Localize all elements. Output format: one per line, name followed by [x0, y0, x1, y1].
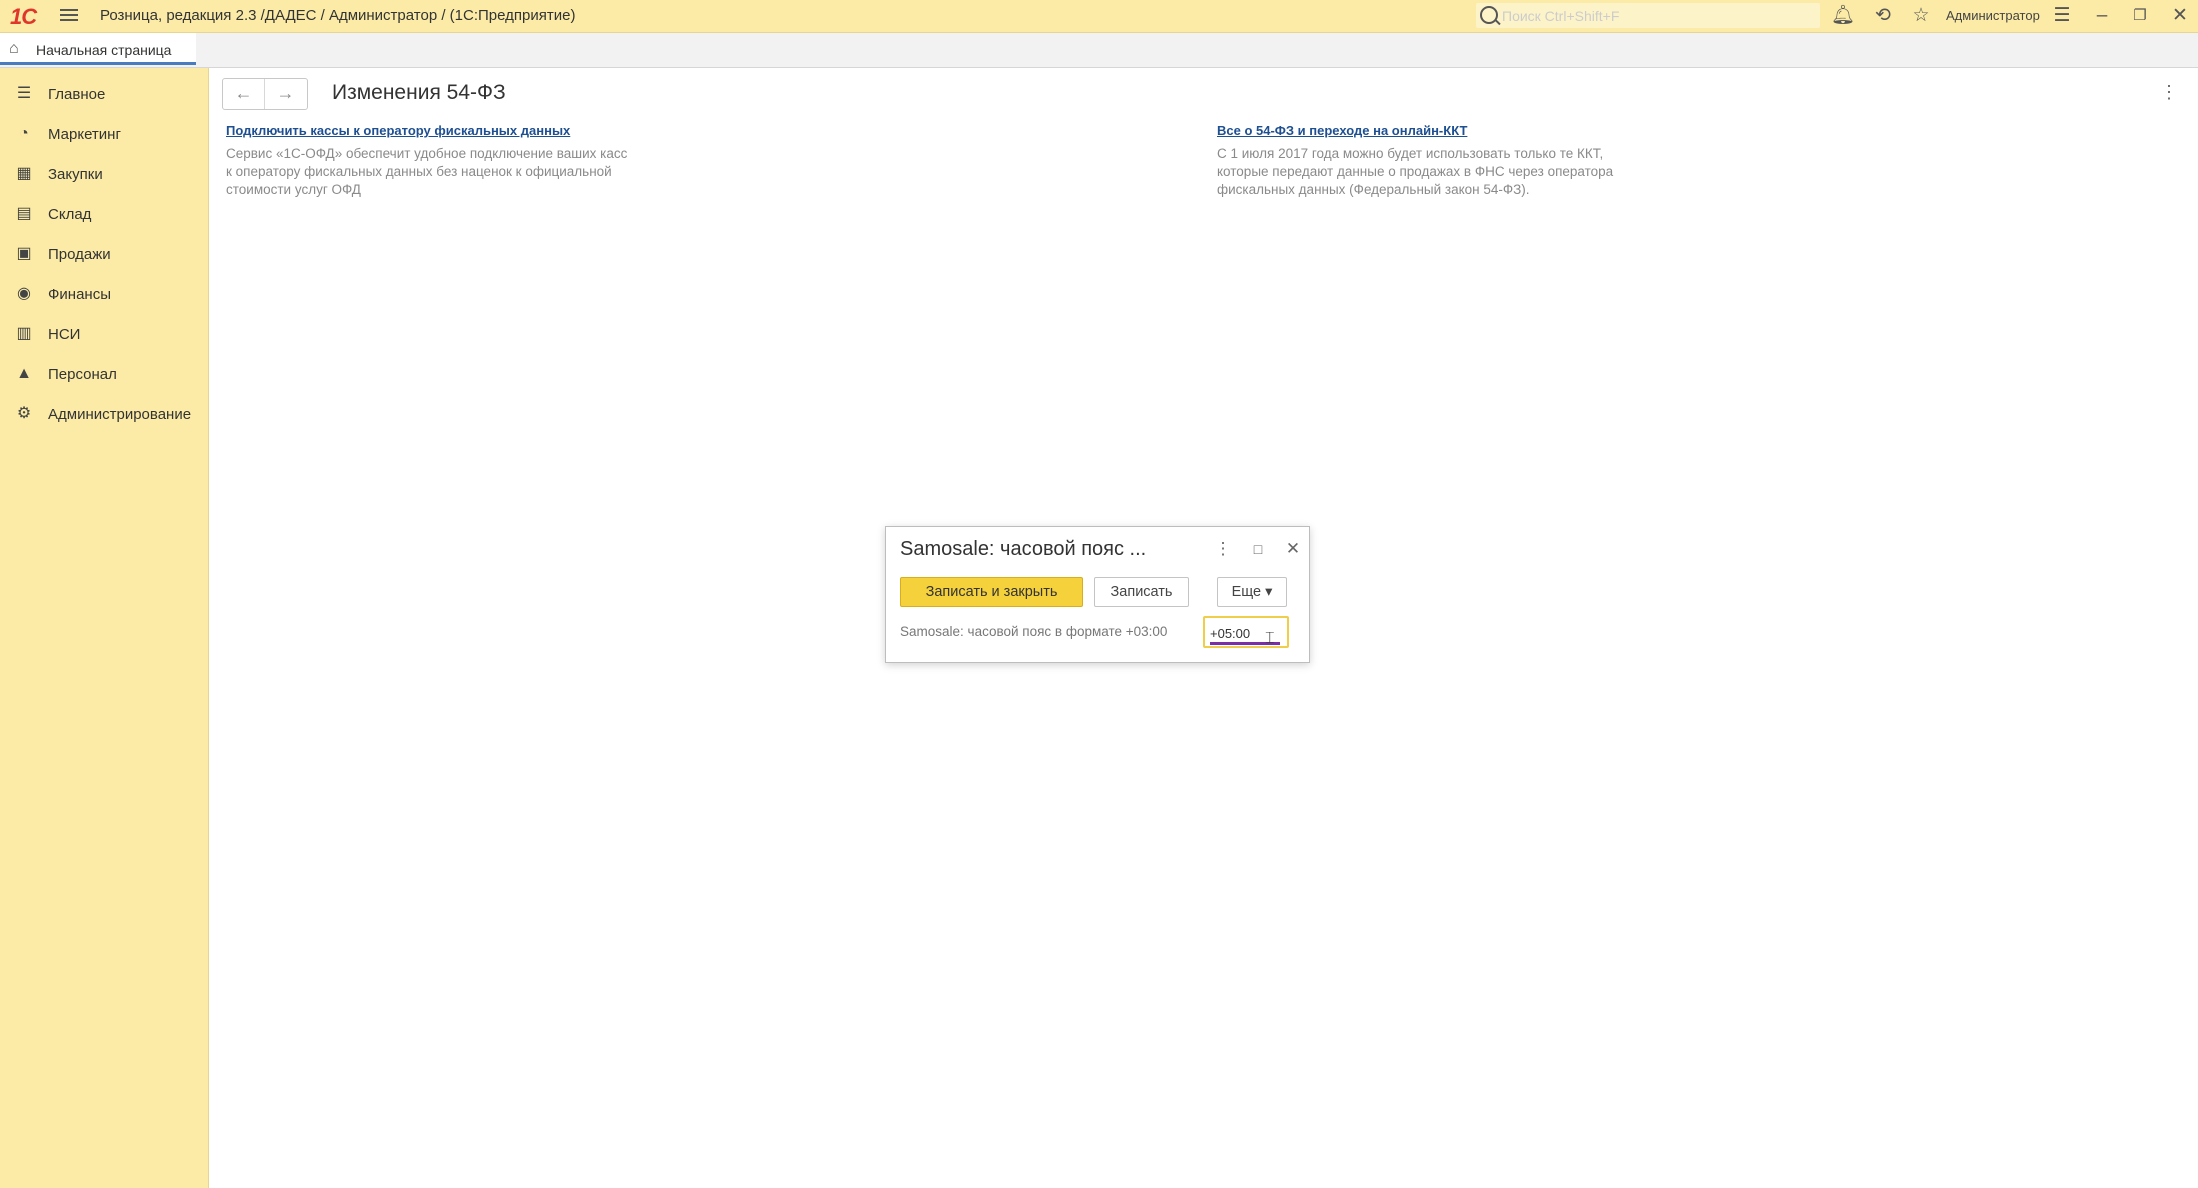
settings-menu-icon[interactable]: ☰	[2050, 4, 2074, 28]
dialog-more-icon[interactable]: ⋮	[1213, 539, 1233, 559]
search-icon	[1480, 6, 1498, 24]
connect-ofd-link[interactable]: Подключить кассы к оператору фискальных …	[226, 123, 570, 138]
history-nav: ← →	[222, 78, 308, 110]
pie-chart-icon: ◔	[19, 125, 29, 142]
about-54fz-link[interactable]: Все о 54-ФЗ и переходе на онлайн-ККТ	[1217, 123, 1467, 138]
timezone-dialog: Samosale: часовой пояс ... ⋮ □ ✕ Записат…	[885, 526, 1310, 663]
description-line: которые передают данные о продажах в ФНС…	[1217, 164, 1614, 179]
sidebar-item-label: Финансы	[48, 286, 111, 303]
person-icon: ▲	[16, 365, 32, 382]
main-menu-icon[interactable]	[60, 6, 78, 24]
star-icon[interactable]: ☆	[1909, 4, 1933, 28]
sidebar-item-label: Продажи	[48, 246, 111, 263]
title-bar: 1С Розница, редакция 2.3 /ДАДЕС / Админи…	[0, 0, 2198, 33]
gear-icon: ⚙	[16, 405, 32, 422]
sidebar-item-nsi[interactable]: ▥ НСИ	[0, 317, 208, 351]
search-input[interactable]	[1500, 5, 1814, 27]
menu-lines-icon: ☰	[16, 85, 32, 102]
bell-icon[interactable]: 🔔︎	[1831, 4, 1855, 28]
minimize-icon[interactable]: –	[2090, 4, 2114, 28]
timezone-field-label: Samosale: часовой пояс в формате +03:00	[900, 624, 1168, 639]
maximize-icon[interactable]: □	[1248, 541, 1268, 557]
cart-icon: ▦	[16, 165, 32, 182]
about-54fz-description: С 1 июля 2017 года можно будет использов…	[1217, 145, 1613, 199]
dialog-close-icon[interactable]: ✕	[1283, 539, 1303, 559]
sidebar: ☰ Главное ◔ Маркетинг ▦ Закупки ▤ Склад …	[0, 68, 209, 1188]
app-title: Розница, редакция 2.3 /ДАДЕС / Администр…	[100, 7, 576, 24]
dialog-title: Samosale: часовой пояс ...	[900, 538, 1147, 560]
restore-icon[interactable]: ❐	[2128, 4, 2152, 28]
page-title: Изменения 54-ФЗ	[332, 81, 506, 104]
sidebar-item-label: Склад	[48, 206, 92, 223]
coins-icon: ◉	[17, 285, 31, 302]
description-line: стоимости услуг ОФД	[226, 182, 361, 197]
warehouse-grid-icon: ▤	[16, 205, 32, 222]
close-icon[interactable]: ✕	[2168, 4, 2192, 28]
sidebar-item-label: Администрирование	[48, 406, 192, 423]
save-and-close-button[interactable]: Записать и закрыть	[900, 577, 1083, 607]
more-dropdown-button[interactable]: Еще ▾	[1217, 577, 1287, 607]
timezone-field[interactable]: ⌶	[1203, 616, 1289, 648]
search-box[interactable]	[1476, 3, 1820, 28]
description-line: С 1 июля 2017 года можно будет использов…	[1217, 146, 1604, 161]
description-line: Сервис «1С-ОФД» обеспечит удобное подклю…	[226, 146, 628, 161]
sidebar-item-finance[interactable]: ◉ Финансы	[0, 277, 208, 311]
sidebar-item-label: НСИ	[48, 326, 81, 343]
connect-ofd-description: Сервис «1С-ОФД» обеспечит удобное подклю…	[226, 145, 627, 199]
sidebar-item-label: Главное	[48, 86, 106, 103]
user-name[interactable]: Администратор	[1946, 8, 2040, 23]
sidebar-item-label: Маркетинг	[48, 126, 121, 143]
app-logo[interactable]: 1С	[10, 4, 37, 30]
sidebar-item-purchases[interactable]: ▦ Закупки	[0, 157, 208, 191]
save-button[interactable]: Записать	[1094, 577, 1189, 607]
history-icon[interactable]: ⟲	[1871, 4, 1895, 28]
text-cursor-icon: ⌶	[1265, 630, 1275, 647]
sidebar-item-sales[interactable]: ▣ Продажи	[0, 237, 208, 271]
tab-row: ⌂ Начальная страница	[0, 33, 2198, 68]
sidebar-item-label: Закупки	[48, 166, 103, 183]
description-line: фискальных данных (Федеральный закон 54-…	[1217, 182, 1530, 197]
shopping-bag-icon: ▣	[16, 245, 32, 262]
tab-home-label: Начальная страница	[36, 42, 172, 58]
sidebar-item-label: Персонал	[48, 366, 117, 383]
more-actions-icon[interactable]: ⋮	[2160, 82, 2178, 103]
books-icon: ▥	[16, 325, 32, 342]
forward-arrow-icon[interactable]: →	[265, 79, 306, 109]
sidebar-item-marketing[interactable]: ◔ Маркетинг	[0, 117, 208, 151]
home-icon: ⌂	[9, 40, 19, 57]
sidebar-item-administration[interactable]: ⚙ Администрирование	[0, 397, 208, 431]
sidebar-item-warehouse[interactable]: ▤ Склад	[0, 197, 208, 231]
back-arrow-icon[interactable]: ←	[223, 79, 265, 109]
sidebar-item-personnel[interactable]: ▲ Персонал	[0, 357, 208, 391]
sidebar-item-main[interactable]: ☰ Главное	[0, 77, 208, 111]
description-line: к оператору фискальных данных без нацено…	[226, 164, 612, 179]
tab-home[interactable]: ⌂ Начальная страница	[0, 33, 196, 65]
